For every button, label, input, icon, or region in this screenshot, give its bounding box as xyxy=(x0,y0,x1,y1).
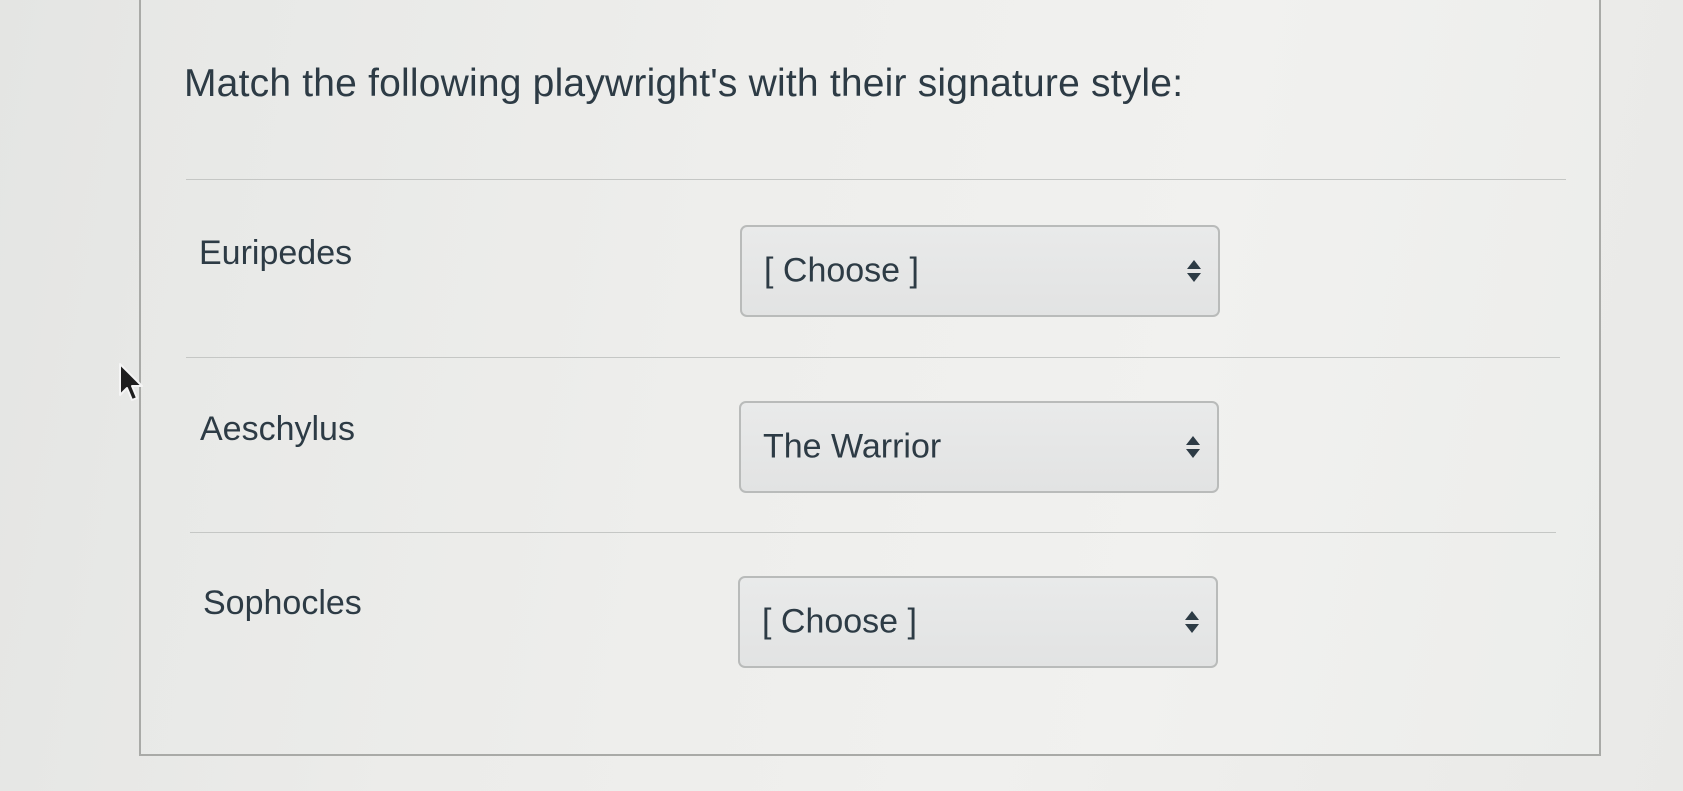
style-select-euripedes[interactable]: [ Choose ] xyxy=(740,225,1220,317)
mouse-pointer-icon xyxy=(119,363,143,401)
divider-2 xyxy=(190,532,1556,533)
row-label-sophocles: Sophocles xyxy=(203,584,362,622)
divider-top xyxy=(186,179,1566,180)
question-text: Match the following playwright's with th… xyxy=(184,62,1184,105)
sort-arrows-icon xyxy=(1187,260,1201,282)
style-select-aeschylus[interactable]: The Warrior xyxy=(739,401,1219,493)
select-value: The Warrior xyxy=(763,427,942,466)
row-label-euripedes: Euripedes xyxy=(199,234,353,272)
divider-1 xyxy=(186,357,1560,358)
sort-arrows-icon xyxy=(1186,436,1200,458)
style-select-sophocles[interactable]: [ Choose ] xyxy=(738,576,1218,668)
row-label-aeschylus: Aeschylus xyxy=(200,410,355,448)
sort-arrows-icon xyxy=(1185,611,1199,633)
select-value: [ Choose ] xyxy=(764,251,919,290)
select-value: [ Choose ] xyxy=(762,602,917,641)
